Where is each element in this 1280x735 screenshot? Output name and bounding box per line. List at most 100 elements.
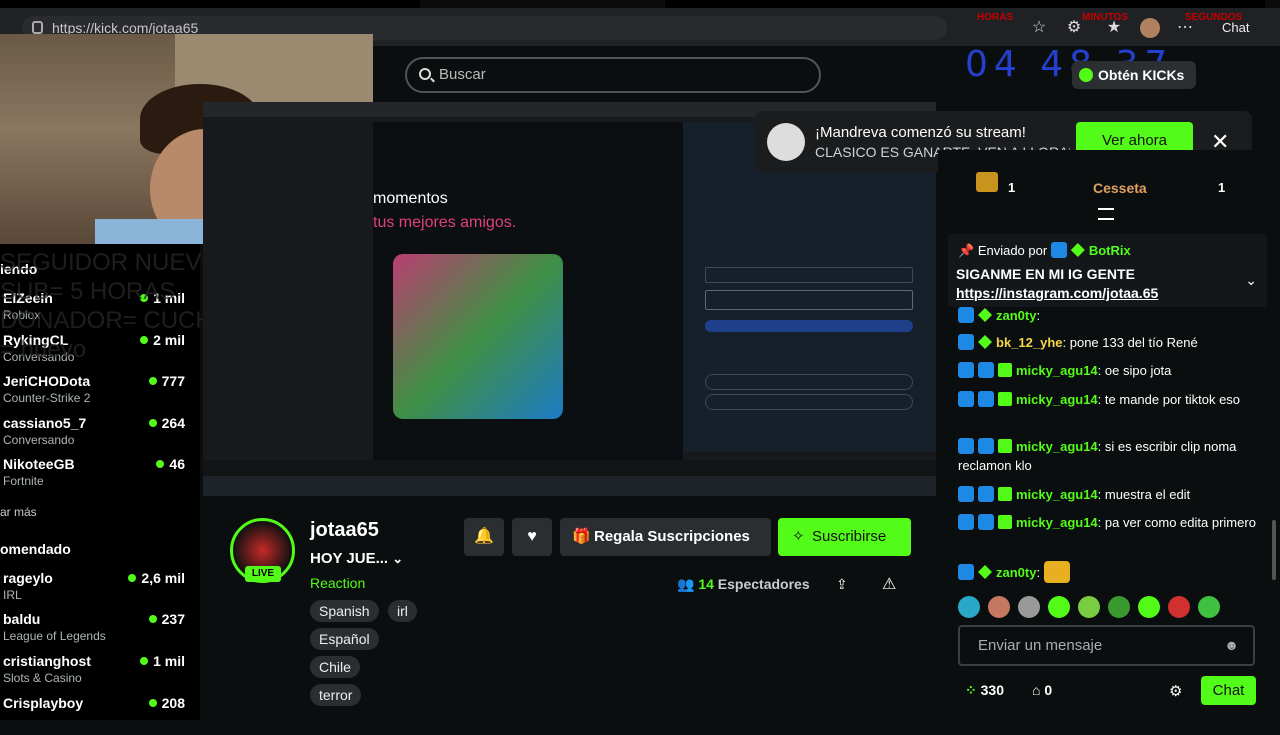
top-strip — [0, 0, 1280, 8]
search-icon — [419, 68, 431, 80]
video-footer — [203, 460, 936, 476]
moderator-badge — [1050, 242, 1067, 258]
chevron-down-icon: ⌄ — [392, 551, 404, 566]
leaderboard-count: 1 — [1008, 180, 1016, 195]
chat-message: micky_agu14: pa ver como edita primero — [958, 513, 1258, 532]
video-fb-button — [705, 374, 913, 390]
search-placeholder: Buscar — [439, 66, 486, 83]
video-field — [705, 290, 913, 310]
sidebar-item[interactable]: Crisplayboy 208 — [0, 695, 200, 735]
star-icon[interactable]: ☆ — [1029, 18, 1049, 38]
badge-icon — [978, 362, 994, 378]
gift-subs-button[interactable]: 🎁 Regala Suscripciones — [560, 518, 771, 556]
show-more-link[interactable]: ar más — [0, 505, 37, 519]
emote-icon[interactable] — [988, 596, 1010, 618]
channel-viewers: 264 — [149, 415, 185, 431]
trophy-icon — [976, 172, 998, 192]
emote-icon[interactable] — [958, 596, 980, 618]
profile-avatar[interactable] — [1140, 18, 1160, 38]
chat-message: bk_12_yhe: pone 133 del tío René — [958, 333, 1258, 352]
chat-username[interactable]: micky_agu14 — [1016, 439, 1098, 454]
sidebar-item[interactable]: NikoteeGB Fortnite 46 — [0, 456, 200, 496]
channel-name: baldu — [3, 611, 41, 627]
store-icon[interactable]: ⌂ — [1032, 682, 1044, 698]
chat-message: micky_agu14: si es escribir clip noma re… — [958, 438, 1237, 473]
video-collage — [393, 254, 563, 419]
sidebar-item[interactable]: cristianghost Slots & Casino 1 mil — [0, 653, 200, 693]
pinned-message: 📌 Enviado por BotRix SIGANME EN MI IG GE… — [948, 234, 1267, 307]
stream-tag[interactable]: terror — [310, 684, 362, 706]
overlay-minutes-label: MINUTOS — [1082, 12, 1128, 23]
verified-badge — [1070, 243, 1085, 257]
sidebar-item[interactable]: cassiano5_7 Conversando 264 — [0, 415, 200, 455]
chat-message: zan0ty: — [958, 306, 1258, 325]
chat-username[interactable]: zan0ty — [996, 565, 1036, 580]
video-text-1: momentos — [373, 190, 448, 207]
notification-bell-button[interactable]: 🔔 — [464, 518, 504, 556]
recommended-heading: omendado — [0, 541, 71, 557]
stream-tag[interactable]: Spanish — [310, 600, 379, 622]
leaderboard-count: 1 — [1218, 180, 1226, 195]
emote-icon[interactable] — [1078, 596, 1100, 618]
bot-name: BotRix — [1088, 243, 1131, 258]
emote-icon[interactable] — [1018, 596, 1040, 618]
extension-icon[interactable]: ⚙ — [1064, 18, 1084, 38]
points-count: 330 — [980, 682, 1004, 698]
gift-icon: 🎁 — [572, 528, 591, 545]
badge-icon — [998, 439, 1012, 453]
channel-name[interactable]: jotaa65 — [310, 519, 379, 542]
sidebar-item[interactable]: baldu League of Legends 237 — [0, 611, 200, 651]
badge-icon — [958, 391, 974, 407]
badge-icon — [998, 392, 1012, 406]
sidebar-item[interactable]: JeriCHODota Counter-Strike 2 777 — [0, 373, 200, 413]
report-icon[interactable]: ⚠ — [882, 574, 896, 594]
chat-username[interactable]: zan0ty — [996, 308, 1036, 323]
stream-tag[interactable]: Chile — [310, 656, 360, 678]
channel-viewers: 777 — [149, 373, 185, 389]
points-icon: ⁘ — [965, 682, 981, 698]
emote-icon[interactable] — [1198, 596, 1220, 618]
stream-tag[interactable]: irl — [388, 600, 417, 622]
channel-game: League of Legends — [3, 629, 106, 643]
chat-message: micky_agu14: muestra el edit — [958, 485, 1258, 504]
heart-icon: ♥ — [527, 528, 537, 545]
stream-title[interactable]: HOY JUE... ⌄ — [310, 550, 403, 567]
emote-icon[interactable] — [1108, 596, 1130, 618]
emote-icon[interactable] — [1138, 596, 1160, 618]
chat-text: pa ver como edita primero — [1101, 515, 1256, 530]
settings-gear-icon[interactable]: ⚙ — [1169, 682, 1182, 700]
chat-username[interactable]: micky_agu14 — [1016, 392, 1098, 407]
get-kicks-button[interactable]: Obtén KICKs — [1072, 61, 1196, 89]
emote-icon[interactable] — [1168, 596, 1190, 618]
search-input[interactable]: Buscar — [405, 57, 821, 93]
chat-username[interactable]: micky_agu14 — [1016, 363, 1098, 378]
chat-username[interactable]: micky_agu14 — [1016, 487, 1098, 502]
stream-category[interactable]: Reaction — [310, 575, 365, 591]
collapse-icon[interactable] — [1098, 208, 1114, 220]
send-chat-button[interactable]: Chat — [1201, 676, 1256, 705]
emote-bar — [958, 596, 1258, 620]
subscribe-button[interactable]: ✧ Suscribirse — [778, 518, 911, 556]
follow-button[interactable]: ♥ — [512, 518, 552, 556]
overlay-hours-label: HORAS — [977, 12, 1014, 23]
emote-icon[interactable] — [1048, 596, 1070, 618]
sidebar-item[interactable]: rageylo IRL 2,6 mil — [0, 570, 200, 610]
channel-viewers: 2,6 mil — [128, 570, 185, 586]
chat-username[interactable]: micky_agu14 — [1016, 515, 1098, 530]
emoji-icon[interactable]: ☻ — [1224, 627, 1239, 664]
chat-message-input[interactable]: Enviar un mensaje ☻ — [958, 625, 1255, 666]
pinned-link[interactable]: https://instagram.com/jotaa.65 — [956, 285, 1158, 301]
pinned-text: SIGANME EN MI IG GENTE — [956, 266, 1135, 282]
badge-icon — [958, 334, 974, 350]
pinned-sent-by: Enviado por — [977, 243, 1048, 258]
channel-name: Crisplayboy — [3, 695, 84, 711]
stream-tag[interactable]: Español — [310, 628, 379, 650]
channel-game: Counter-Strike 2 — [3, 391, 91, 405]
channel-game: Fortnite — [3, 474, 44, 488]
share-icon[interactable]: ⇪ — [836, 576, 848, 593]
chat-username[interactable]: bk_12_yhe — [996, 335, 1063, 350]
badge-icon — [978, 308, 992, 322]
channel-name: NikoteeGB — [3, 456, 75, 472]
scrollbar[interactable] — [1272, 520, 1276, 580]
chevron-down-icon[interactable]: ⌄ — [1245, 272, 1257, 289]
